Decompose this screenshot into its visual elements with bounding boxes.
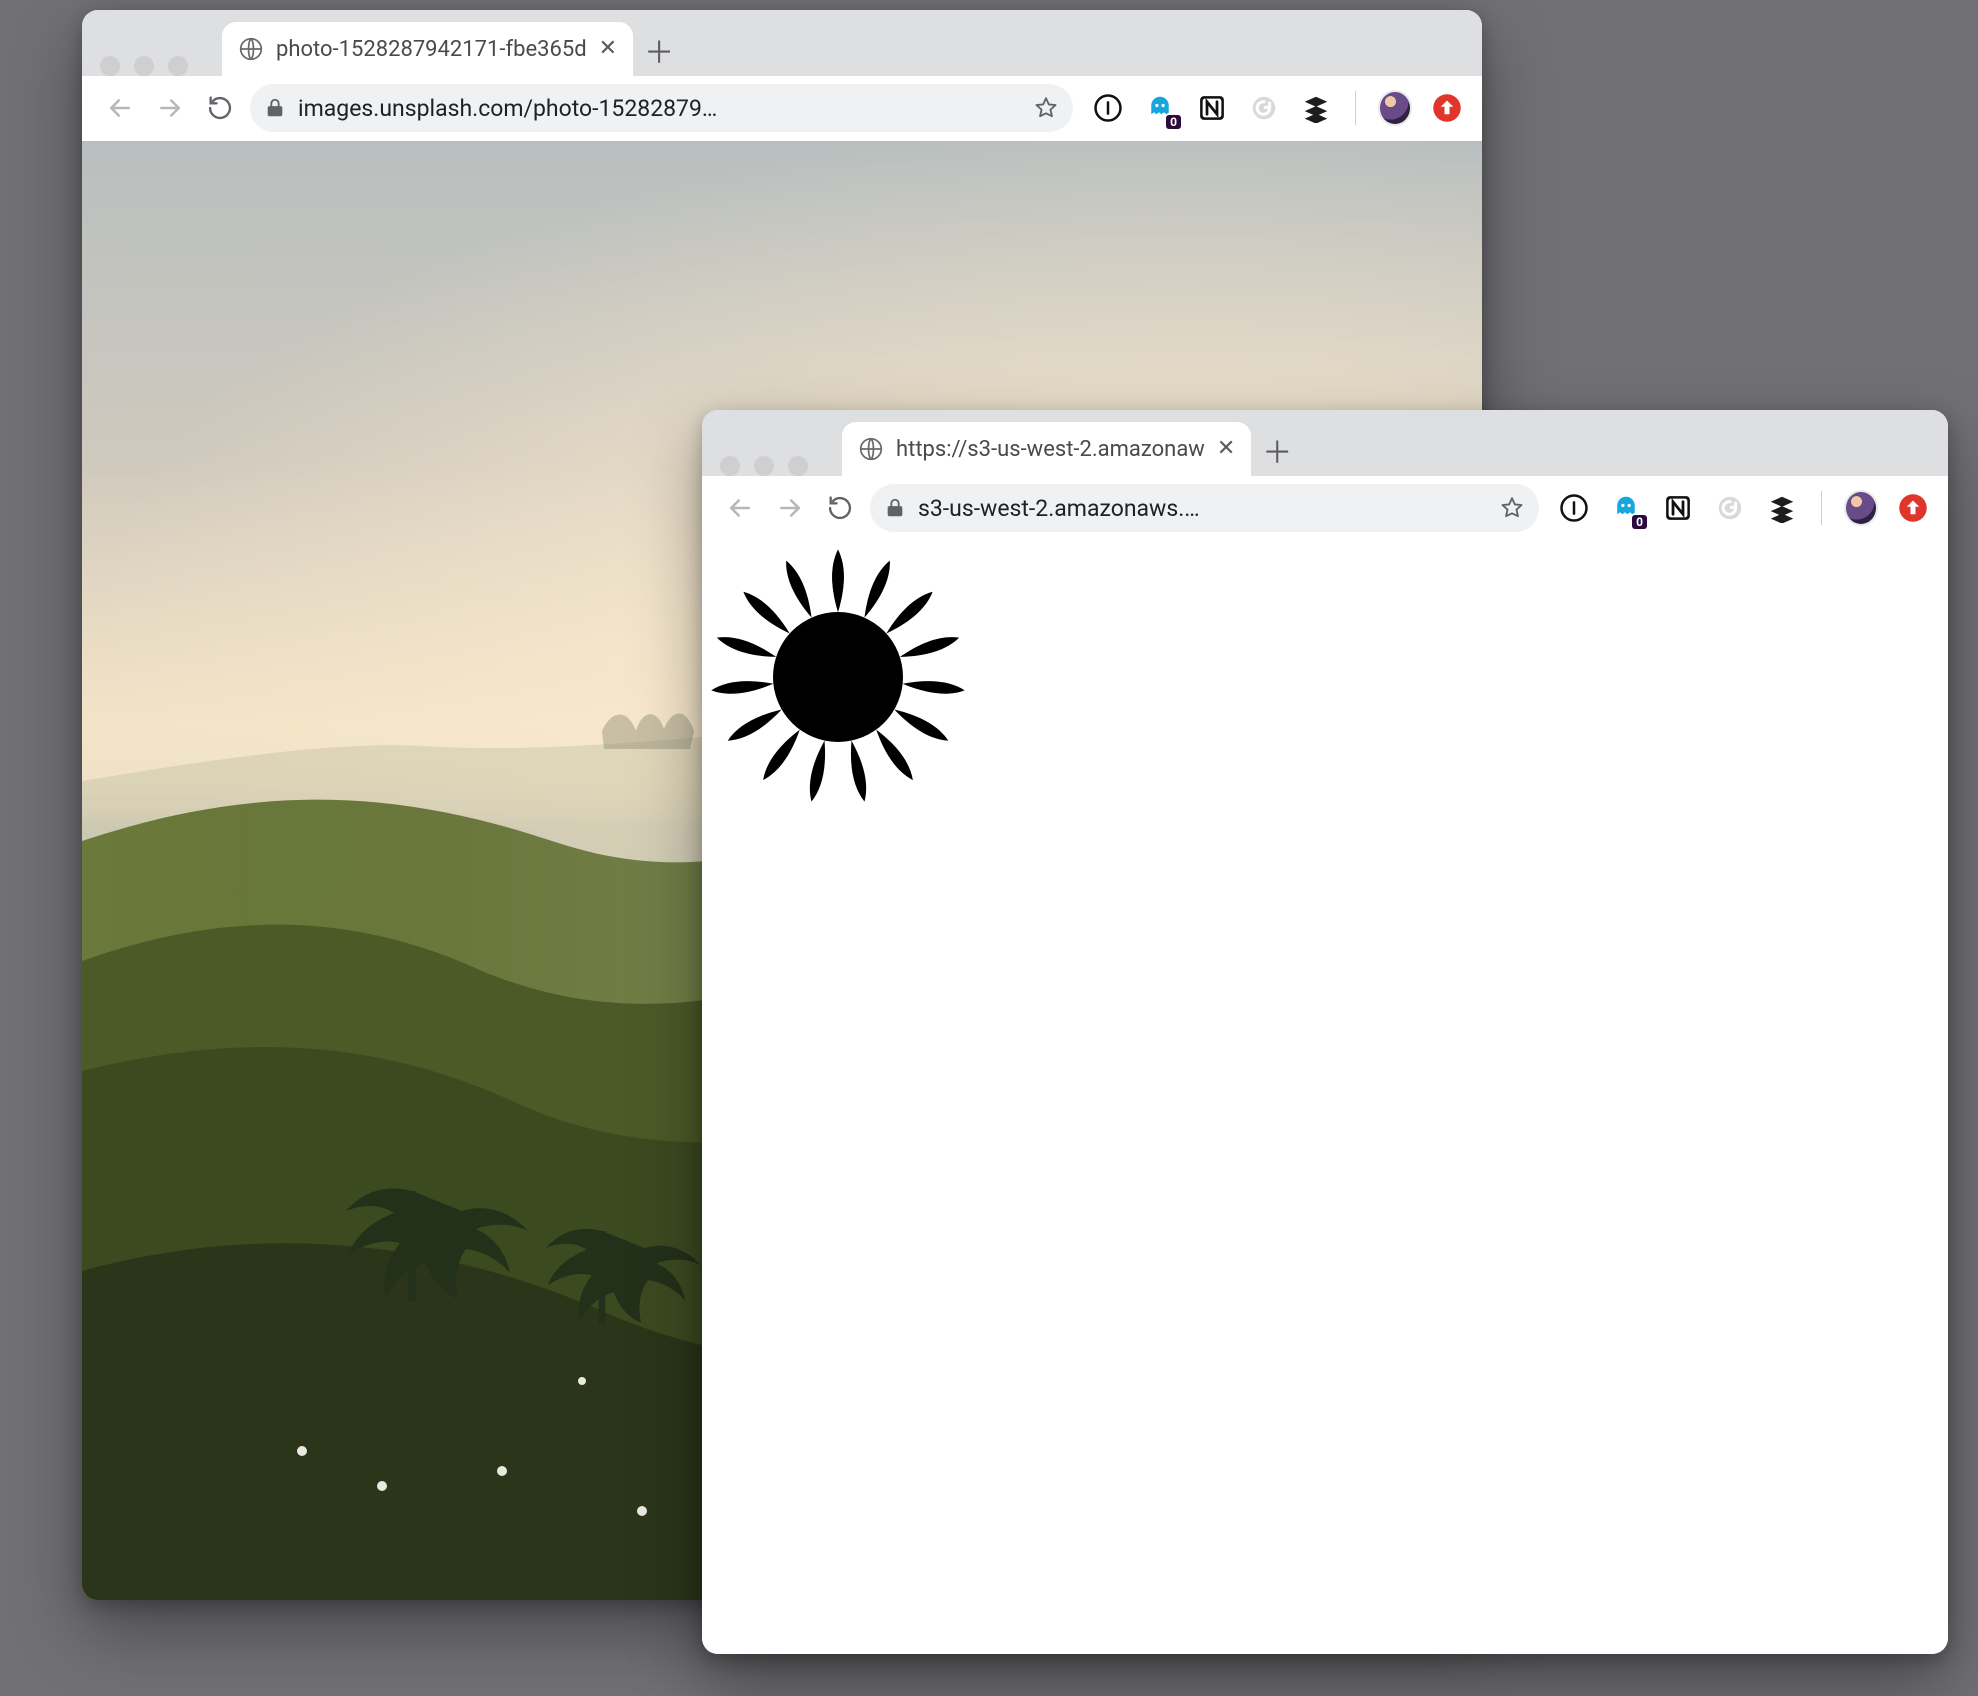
grammarly-icon[interactable] [1713, 491, 1747, 525]
tab-title: photo-1528287942171-fbe365d [276, 37, 587, 62]
window-controls [100, 56, 188, 76]
traffic-light-close[interactable] [100, 56, 120, 76]
browser-window-front: https://s3-us-west-2.amazonaw ✕ ＋ s3-us-… [702, 410, 1948, 1654]
traffic-light-minimize[interactable] [754, 456, 774, 476]
forward-button[interactable] [770, 488, 810, 528]
tab-strip: https://s3-us-west-2.amazonaw ✕ ＋ [702, 410, 1948, 476]
toolbar: s3-us-west-2.amazonaws.… 0 [702, 476, 1948, 541]
forward-button[interactable] [150, 88, 190, 128]
lock-icon [264, 97, 286, 119]
page-content [702, 541, 1948, 1654]
upload-extension-icon[interactable] [1430, 91, 1464, 125]
url-text: s3-us-west-2.amazonaws.… [918, 495, 1487, 522]
buffer-icon[interactable] [1765, 491, 1799, 525]
address-bar[interactable]: s3-us-west-2.amazonaws.… [870, 484, 1539, 532]
sunburst-icon [708, 547, 968, 807]
toolbar-separator [1821, 491, 1822, 525]
profile-avatar[interactable] [1844, 491, 1878, 525]
profile-avatar[interactable] [1378, 91, 1412, 125]
close-icon[interactable]: ✕ [1217, 438, 1235, 460]
upload-extension-icon[interactable] [1896, 491, 1930, 525]
reload-button[interactable] [200, 88, 240, 128]
extensions-row: 0 [1091, 91, 1464, 125]
traffic-light-zoom[interactable] [788, 456, 808, 476]
ghostery-icon[interactable]: 0 [1609, 491, 1643, 525]
address-bar[interactable]: images.unsplash.com/photo-15282879… [250, 84, 1073, 132]
onepassword-icon[interactable] [1557, 491, 1591, 525]
tab-title: https://s3-us-west-2.amazonaw [896, 437, 1205, 462]
toolbar-separator [1355, 91, 1356, 125]
lock-icon [884, 497, 906, 519]
ghostery-badge: 0 [1166, 115, 1181, 129]
browser-tab[interactable]: photo-1528287942171-fbe365d ✕ [222, 22, 633, 76]
extensions-row: 0 [1557, 491, 1930, 525]
ghostery-icon[interactable]: 0 [1143, 91, 1177, 125]
buffer-icon[interactable] [1299, 91, 1333, 125]
toolbar: images.unsplash.com/photo-15282879… 0 [82, 76, 1482, 141]
globe-icon [238, 36, 264, 62]
notion-icon[interactable] [1661, 491, 1695, 525]
close-icon[interactable]: ✕ [599, 38, 617, 60]
traffic-light-zoom[interactable] [168, 56, 188, 76]
star-icon[interactable] [1499, 495, 1525, 521]
new-tab-button[interactable]: ＋ [1251, 424, 1303, 476]
new-tab-button[interactable]: ＋ [633, 24, 685, 76]
back-button[interactable] [100, 88, 140, 128]
grammarly-icon[interactable] [1247, 91, 1281, 125]
back-button[interactable] [720, 488, 760, 528]
star-icon[interactable] [1033, 95, 1059, 121]
globe-icon [858, 436, 884, 462]
url-text: images.unsplash.com/photo-15282879… [298, 95, 1021, 122]
reload-button[interactable] [820, 488, 860, 528]
notion-icon[interactable] [1195, 91, 1229, 125]
onepassword-icon[interactable] [1091, 91, 1125, 125]
traffic-light-minimize[interactable] [134, 56, 154, 76]
traffic-light-close[interactable] [720, 456, 740, 476]
ghostery-badge: 0 [1632, 515, 1647, 529]
tab-strip: photo-1528287942171-fbe365d ✕ ＋ [82, 10, 1482, 76]
window-controls [720, 456, 808, 476]
browser-tab[interactable]: https://s3-us-west-2.amazonaw ✕ [842, 422, 1251, 476]
